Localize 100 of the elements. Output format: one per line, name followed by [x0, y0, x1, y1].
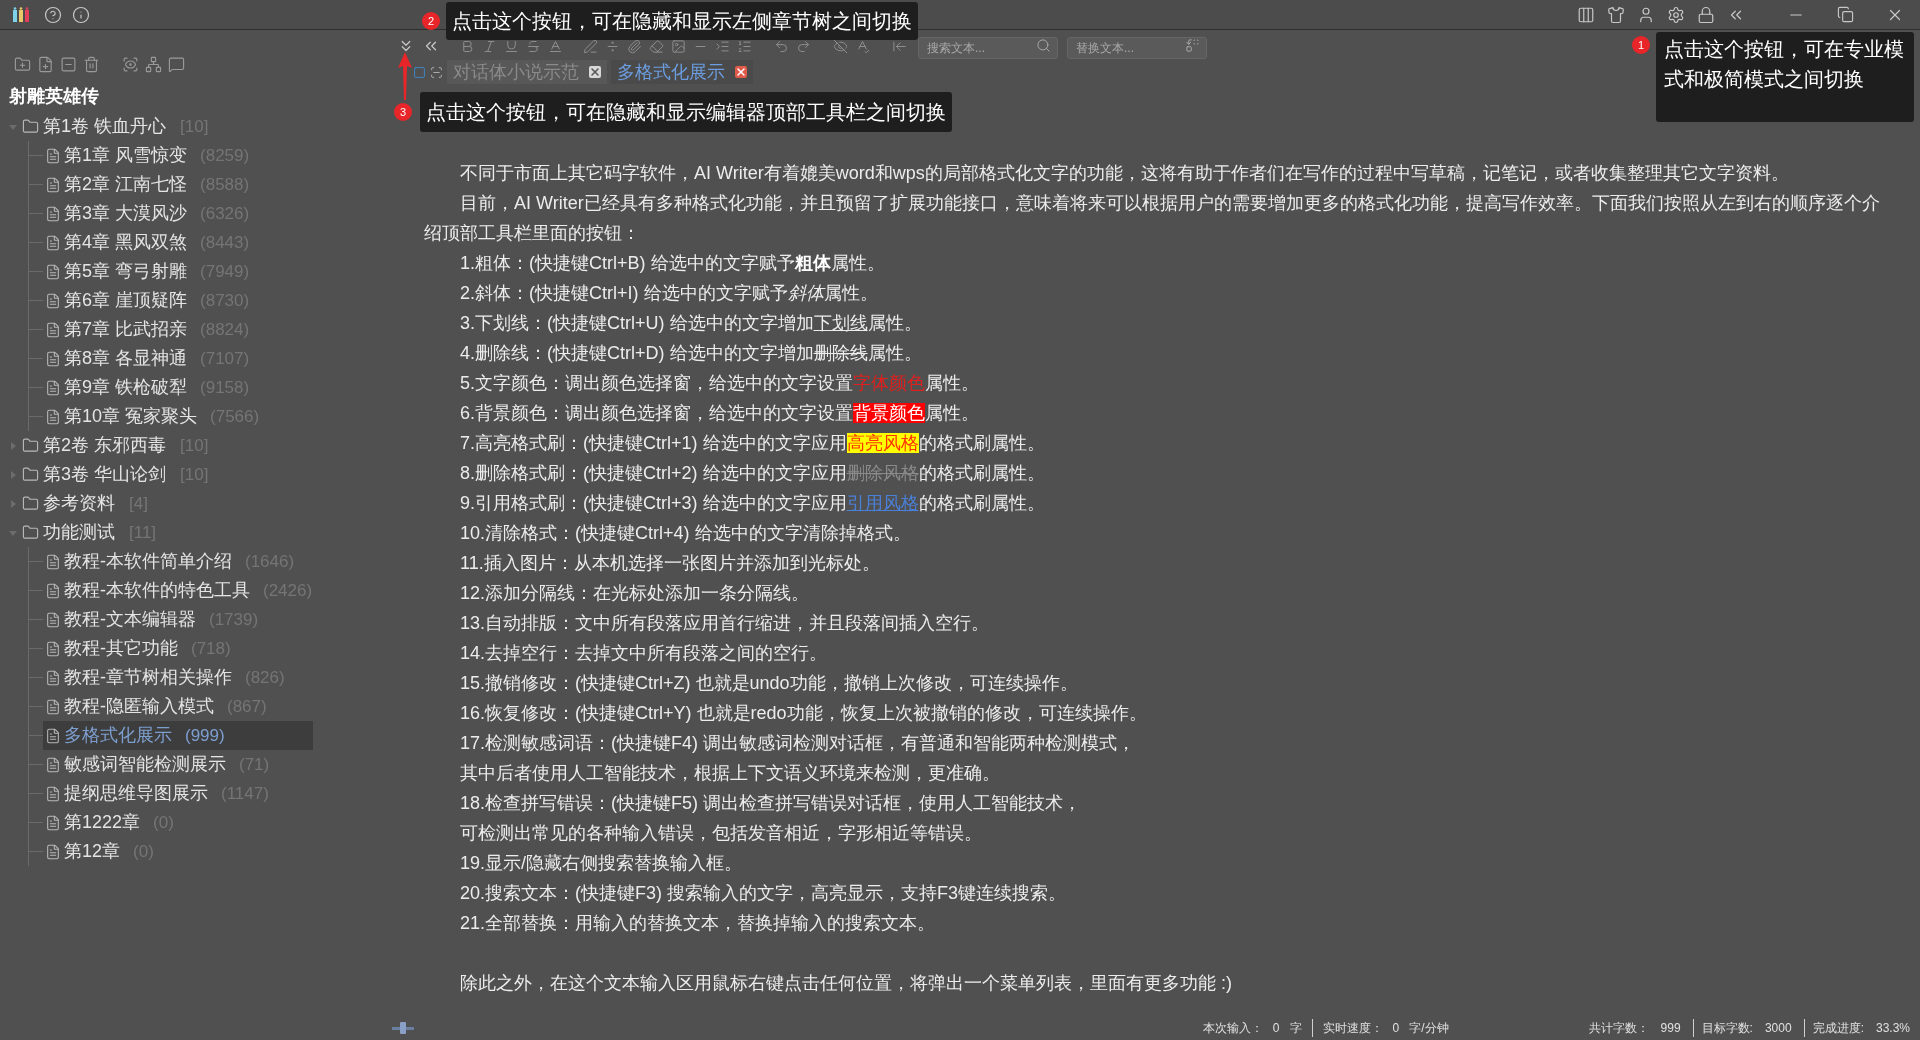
- divider-icon[interactable]: [605, 38, 620, 54]
- chapter-name: 敏感词智能检测展示: [64, 753, 226, 776]
- book-title: 射雕英雄传: [8, 85, 100, 108]
- tree-structure-icon[interactable]: [145, 55, 162, 73]
- document-icon: [45, 234, 61, 251]
- italic-icon[interactable]: [482, 38, 497, 54]
- callout-tooltip: 点击这个按钮，可在隐藏和显示编辑器顶部工具栏之间切换: [420, 92, 952, 132]
- chapter-name: 教程-本软件简单介绍: [64, 550, 232, 573]
- eye-icon[interactable]: [122, 55, 139, 73]
- paragraph: 14.去掉空行：去掉文中所有段落之间的空行。: [459, 642, 829, 665]
- folder-name: 功能测试: [43, 521, 115, 544]
- checkbox-icon[interactable]: [413, 66, 426, 79]
- info-icon[interactable]: [72, 5, 90, 24]
- status-value: 3000: [1764, 1020, 1792, 1037]
- settings-icon[interactable]: [1667, 5, 1685, 24]
- chapter-name: 第2章 江南七怪: [64, 173, 187, 196]
- folder-name: 参考资料: [43, 492, 115, 515]
- paragraph: 21.全部替换：用输入的替换文本，替换掉输入的搜索文本。: [459, 912, 937, 935]
- tree-chapter-item[interactable]: 多格式化展示 (999): [43, 721, 313, 750]
- paragraph: 16.恢复修改：(快捷键Ctrl+Y) 也就是redo功能，恢复上次被撤销的修改，可连续操作。: [459, 702, 1148, 725]
- indent-icon[interactable]: [715, 38, 730, 54]
- folder-icon: [22, 524, 39, 541]
- document-icon: [45, 640, 61, 657]
- paragraph: 10.清除格式：(快捷键Ctrl+4) 给选中的文字清除掉格式。: [459, 522, 912, 545]
- undo-icon[interactable]: [774, 38, 789, 54]
- eraser-icon[interactable]: [649, 38, 664, 54]
- replace-field[interactable]: 替换文本...: [1067, 37, 1207, 59]
- pen-icon[interactable]: [583, 38, 598, 54]
- search-icon[interactable]: [1036, 38, 1051, 53]
- image-icon[interactable]: [671, 38, 686, 54]
- chapter-name: 第5章 弯弓射雕: [64, 260, 187, 283]
- chapter-name: 教程-隐匿输入模式: [64, 695, 214, 718]
- paragraph: 2.斜体：(快捷键Ctrl+I) 给选中的文字赋予斜体属性。: [459, 282, 879, 305]
- document-icon: [45, 727, 61, 744]
- chapter-name: 第10章 冤家聚头: [64, 405, 198, 428]
- document-icon: [45, 408, 61, 425]
- paragraph: 5.文字颜色：调出颜色选择窗，给选中的文字设置字体颜色属性。: [459, 372, 980, 395]
- paragraph: 3.下划线：(快捷键Ctrl+U) 给选中的文字增加下划线属性。: [459, 312, 923, 335]
- document-icon: [45, 263, 61, 280]
- columns-icon[interactable]: [1577, 5, 1595, 24]
- document-icon: [45, 147, 61, 164]
- status-label: 实时速度：: [1322, 1020, 1383, 1037]
- underline-icon[interactable]: [504, 38, 519, 54]
- new-file-icon[interactable]: [37, 55, 54, 73]
- frame-icon[interactable]: [430, 66, 443, 79]
- document-icon: [45, 814, 61, 831]
- chapter-name: 教程-本软件的特色工具: [64, 579, 250, 602]
- document-icon: [45, 843, 61, 860]
- status-value: 0: [1392, 1020, 1400, 1037]
- paragraph: 可检测出常见的各种输入错误，包括发音相近，字形相近等错误。: [459, 822, 983, 845]
- status-label: 目标字数:: [1701, 1020, 1753, 1037]
- chapter-name: 提纲思维导图展示: [64, 782, 208, 805]
- status-value: 0: [1272, 1020, 1280, 1037]
- close-tab-icon[interactable]: [735, 66, 747, 78]
- user-icon[interactable]: [1637, 5, 1655, 24]
- shirt-icon[interactable]: [1607, 5, 1625, 24]
- eye-off-icon[interactable]: [833, 38, 848, 54]
- text-color-icon[interactable]: [548, 38, 563, 54]
- trash-icon[interactable]: [83, 55, 100, 73]
- paragraph: 19.显示/隐藏右侧搜索替换输入框。: [459, 852, 744, 875]
- paragraph: 11.插入图片：从本机选择一张图片并添加到光标处。: [459, 552, 881, 575]
- status-label: 本次输入：: [1202, 1020, 1263, 1037]
- search-field[interactable]: 搜索文本...: [918, 37, 1058, 59]
- restore-icon[interactable]: [1837, 6, 1854, 23]
- pointer-arrow: [397, 52, 413, 100]
- new-folder-icon[interactable]: [14, 55, 31, 73]
- paragraph: 9.引用格式刷：(快捷键Ctrl+3) 给选中的文字应用引用风格的格式刷属性。: [459, 492, 1046, 515]
- chapter-name: 教程-章节树相关操作: [64, 666, 232, 689]
- document-icon: [45, 292, 61, 309]
- chapter-name: 第1章 风雪惊变: [64, 144, 187, 167]
- close-tab-icon[interactable]: [589, 66, 601, 78]
- paragraph: 18.检查拼写错误：(快捷键F5) 调出检查拼写错误对话框，使用人工智能技术，: [459, 792, 1083, 815]
- paragraph: 4.删除线：(快捷键Ctrl+D) 给选中的文字增加删除线属性。: [459, 342, 923, 365]
- status-unit: 字/分钟: [1409, 1020, 1449, 1037]
- document-icon: [45, 321, 61, 338]
- step-number-badge: 3: [394, 103, 412, 121]
- strikethrough-icon[interactable]: [526, 38, 541, 54]
- bold-icon[interactable]: [460, 38, 475, 54]
- spell-check-icon[interactable]: [855, 38, 870, 54]
- help-icon[interactable]: [44, 5, 62, 24]
- comment-icon[interactable]: [168, 55, 185, 73]
- document-icon: [45, 756, 61, 773]
- paragraph: 目前，AI Writer已经具有多种格式化功能，并且预留了扩展功能接口，意味着将来可以根据用户的需要增加更多的格式化功能，提高写作效率。下面我们按照从左到右的顺序逐个介绍顶部工具栏里面的按钮：: [424, 192, 1881, 245]
- paragraph: 1.粗体：(快捷键Ctrl+B) 给选中的文字赋予粗体属性。: [459, 252, 886, 275]
- numbered-list-icon[interactable]: [737, 38, 752, 54]
- document-icon: [45, 785, 61, 802]
- paragraph: 7.高亮格式刷：(快捷键Ctrl+1) 给选中的文字应用高亮风格的格式刷属性。: [459, 432, 1046, 455]
- document-icon: [45, 669, 61, 686]
- chapter-name: 第6章 崖顶疑阵: [64, 289, 187, 312]
- folder-icon: [22, 437, 39, 454]
- paragraph: 除此之外，在这个文本输入区用鼠标右键点击任何位置，将弹出一个菜单列表，里面有更多功能 :): [459, 972, 1233, 995]
- books-logo-icon[interactable]: [12, 6, 30, 23]
- lock-icon[interactable]: [1697, 5, 1715, 24]
- slider-handle-icon[interactable]: [392, 1021, 414, 1035]
- paperclip-icon[interactable]: [627, 38, 642, 54]
- document-icon: [45, 553, 61, 570]
- redo-icon[interactable]: [796, 38, 811, 54]
- document-icon: [45, 379, 61, 396]
- document-icon: [45, 698, 61, 715]
- collapse-icon[interactable]: [60, 55, 77, 73]
